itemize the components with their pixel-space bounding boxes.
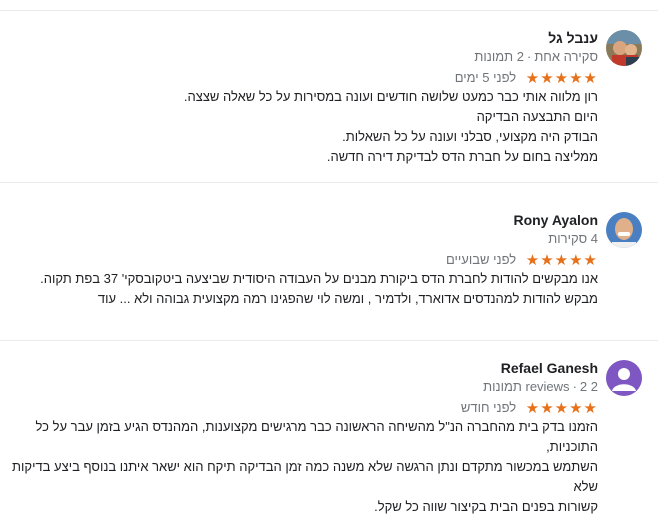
star-rating: ★★★★★ [525,252,598,269]
review-line: הזמנו בדק בית מהחברה הנ"ל מהשיחה הראשונה… [35,419,598,454]
reviews-count: סקירה אחת [534,49,598,64]
reviewer-name[interactable]: Refael Ganesh [501,360,598,376]
star-rating: ★★★★★ [525,400,598,417]
review-card: Rony Ayalon 4 סקירות ★★★★★ לפני שבועיים … [0,212,658,322]
review-line: הבודק היה מקצועי, סבלני ועונה על כל השאל… [342,129,598,144]
reviewer-meta: 2 reviews·2 תמונות [483,379,598,394]
reviews-count: 2 reviews [525,379,598,394]
review-line-text: מבקש להודות למהנדסים אדוארד, ולדמיר , ומ… [119,291,598,306]
review-text: אנו מבקשים להודות לחברת הדס ביקורת מבנים… [0,269,598,309]
reviewer-name[interactable]: ענבל גל [548,30,598,46]
review-line: רון מלווה אותי כבר כמעט שלושה חודשים ועו… [183,89,598,104]
review-time: לפני 5 ימים [454,70,517,85]
reviewer-meta: סקירה אחת·2 תמונות [474,49,598,64]
review-line: היום התבצעה הבדיקה [476,109,598,124]
review-line: אנו מבקשים להודות לחברת הדס ביקורת מבנים… [40,271,598,286]
rating-row: ★★★★★ לפני שבועיים [446,251,598,269]
review-card: Refael Ganesh 2 reviews·2 תמונות ★★★★★ ל… [0,360,658,514]
divider [0,10,658,11]
review-time: לפני חודש [460,400,517,415]
review-line: מבקש להודות למהנדסים אדוארד, ולדמיר , ומ… [0,289,598,309]
review-line: ממליצה בחום על חברת הדס לבדיקת דירה חדשה… [326,149,598,164]
reviews-count: 4 סקירות [548,231,598,246]
review-line: השתמש במכשור מתקדם ונתן הרגשה שלא משנה כ… [12,459,598,494]
rating-row: ★★★★★ לפני חודש [461,399,598,417]
reviewer-meta: 4 סקירות [548,231,598,246]
photos-count: 2 תמונות [474,49,524,64]
star-rating: ★★★★★ [525,70,598,87]
avatar[interactable] [606,360,642,396]
more-link[interactable]: עוד [98,291,116,306]
reviews-list: ענבל גל סקירה אחת·2 תמונות ★★★★★ לפני 5 … [0,0,672,514]
avatar[interactable] [606,212,642,248]
review-text: רון מלווה אותי כבר כמעט שלושה חודשים ועו… [0,87,598,167]
review-card: ענבל גל סקירה אחת·2 תמונות ★★★★★ לפני 5 … [0,30,658,170]
review-time: לפני שבועיים [446,252,517,267]
rating-row: ★★★★★ לפני 5 ימים [455,69,598,87]
reviewer-name[interactable]: Rony Ayalon [513,212,598,228]
avatar[interactable] [606,30,642,66]
review-line: קשורות בפנים הבית בקיצור שווה כל שקל. [374,499,598,514]
review-text: הזמנו בדק בית מהחברה הנ"ל מהשיחה הראשונה… [0,417,598,517]
divider [0,182,658,183]
divider [0,340,658,341]
